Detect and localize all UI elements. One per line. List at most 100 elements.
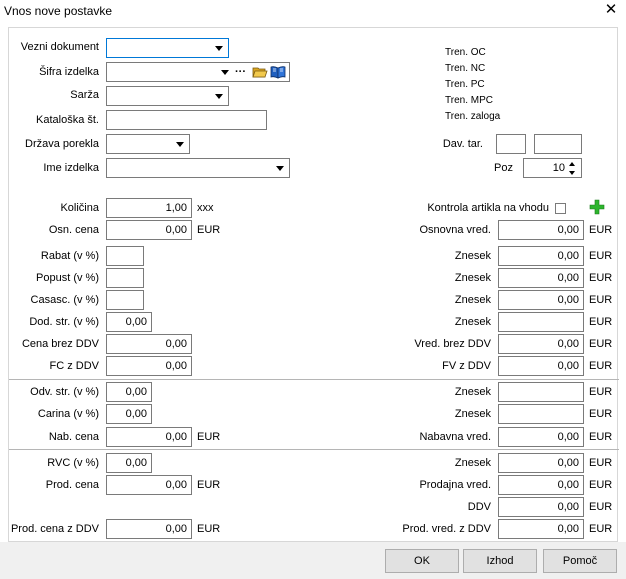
tren-pc-label: Tren. PC <box>445 79 485 90</box>
znesek-popust-input[interactable]: 0,00 <box>498 268 584 288</box>
tren-zaloga-label: Tren. zaloga <box>445 111 501 122</box>
ime-izdelka-combo[interactable] <box>106 158 290 178</box>
close-icon[interactable]: ✕ <box>602 1 620 19</box>
osnovna-vred-input[interactable]: 0,00 <box>498 220 584 240</box>
znesek-currency: EUR <box>589 408 613 420</box>
section-divider <box>9 449 619 450</box>
sarza-combo[interactable] <box>106 86 229 106</box>
fc-z-ddv-input[interactable]: 0,00 <box>106 356 192 376</box>
nab-cena-label: Nab. cena <box>48 431 99 443</box>
plus-icon[interactable] <box>589 199 605 215</box>
sarza-label: Sarža <box>70 89 99 101</box>
kolicina-label: Količina <box>60 202 99 214</box>
book-icon[interactable] <box>270 65 286 79</box>
vezni-dokument-combo[interactable] <box>106 38 229 58</box>
znesek-currency: EUR <box>589 272 613 284</box>
window-title: Vnos nove postavke <box>4 4 113 18</box>
znesek-label: Znesek <box>454 294 491 306</box>
rabat-input[interactable] <box>106 246 144 266</box>
vred-brez-ddv-input[interactable]: 0,00 <box>498 334 584 354</box>
casasc-label: Casasc. (v %) <box>30 294 99 306</box>
folder-open-icon[interactable] <box>252 65 268 79</box>
tren-mpc-label: Tren. MPC <box>445 95 493 106</box>
prodajna-vred-label: Prodajna vred. <box>419 479 491 491</box>
poz-stepper[interactable]: 10 <box>523 158 582 178</box>
tren-nc-label: Tren. NC <box>445 63 486 74</box>
ddv-label: DDV <box>467 501 491 513</box>
kataloska-input[interactable] <box>106 110 267 130</box>
carina-input[interactable]: 0,00 <box>106 404 152 424</box>
kolicina-input[interactable]: 1,00 <box>106 198 192 218</box>
drzava-label: Država porekla <box>25 138 99 150</box>
osn-cena-label: Osn. cena <box>48 224 99 236</box>
fv-z-ddv-label: FV z DDV <box>442 360 491 372</box>
prod-vred-z-ddv-label: Prod. vred. z DDV <box>402 523 491 535</box>
ok-button[interactable]: OK <box>385 549 459 573</box>
znesek-rvc-input[interactable]: 0,00 <box>498 453 584 473</box>
more-icon[interactable]: ··· <box>235 67 246 78</box>
ddv-input[interactable]: 0,00 <box>498 497 584 517</box>
prod-vred-z-ddv-currency: EUR <box>589 523 613 535</box>
nabavna-vred-currency: EUR <box>589 431 613 443</box>
dav-tar-input-2[interactable] <box>534 134 582 154</box>
dod-str-input[interactable]: 0,00 <box>106 312 152 332</box>
chevron-down-icon <box>276 166 284 171</box>
izhod-button[interactable]: Izhod <box>463 549 537 573</box>
vred-brez-ddv-currency: EUR <box>589 338 613 350</box>
pomoc-button[interactable]: Pomoč <box>543 549 617 573</box>
znesek-label: Znesek <box>454 250 491 262</box>
cena-brez-ddv-input[interactable]: 0,00 <box>106 334 192 354</box>
fv-z-ddv-input[interactable]: 0,00 <box>498 356 584 376</box>
kolicina-unit: xxx <box>197 202 214 214</box>
nabavna-vred-input[interactable]: 0,00 <box>498 427 584 447</box>
znesek-dod-str-input[interactable] <box>498 312 584 332</box>
chevron-down-icon <box>215 46 223 51</box>
dav-tar-input-1[interactable] <box>496 134 526 154</box>
prod-cena-input[interactable]: 0,00 <box>106 475 192 495</box>
popust-label: Popust (v %) <box>36 272 99 284</box>
nabavna-vred-label: Nabavna vred. <box>419 431 491 443</box>
rvc-label: RVC (v %) <box>47 457 99 469</box>
drzava-combo[interactable] <box>106 134 190 154</box>
znesek-currency: EUR <box>589 386 613 398</box>
form-panel: Vezni dokument Šifra izdelka ··· Sarža K… <box>8 27 619 542</box>
znesek-label: Znesek <box>454 272 491 284</box>
znesek-casasc-input[interactable]: 0,00 <box>498 290 584 310</box>
odv-str-label: Odv. str. (v %) <box>30 386 99 398</box>
odv-str-input[interactable]: 0,00 <box>106 382 152 402</box>
prod-vred-z-ddv-input[interactable]: 0,00 <box>498 519 584 539</box>
chevron-down-icon <box>221 70 229 75</box>
dav-tar-label: Dav. tar. <box>442 138 483 150</box>
chevron-down-icon <box>176 142 184 147</box>
osnovna-vred-label: Osnovna vred. <box>419 224 491 236</box>
znesek-currency: EUR <box>589 316 613 328</box>
prod-cena-z-ddv-input[interactable]: 0,00 <box>106 519 192 539</box>
znesek-label: Znesek <box>454 408 491 420</box>
vred-brez-ddv-label: Vred. brez DDV <box>414 338 491 350</box>
stepper-icon[interactable] <box>568 159 578 177</box>
section-divider <box>9 379 619 380</box>
ime-izdelka-label: Ime izdelka <box>43 162 99 174</box>
znesek-odv-str-input[interactable] <box>498 382 584 402</box>
cena-brez-ddv-label: Cena brez DDV <box>21 338 99 350</box>
sifra-izdelka-label: Šifra izdelka <box>39 66 99 78</box>
znesek-label: Znesek <box>454 316 491 328</box>
prod-cena-currency: EUR <box>197 479 221 491</box>
poz-value: 10 <box>552 162 565 174</box>
prod-cena-label: Prod. cena <box>45 479 99 491</box>
vezni-dokument-label: Vezni dokument <box>20 41 99 53</box>
znesek-rabat-input[interactable]: 0,00 <box>498 246 584 266</box>
osn-cena-input[interactable]: 0,00 <box>106 220 192 240</box>
casasc-input[interactable] <box>106 290 144 310</box>
znesek-carina-input[interactable] <box>498 404 584 424</box>
prod-cena-z-ddv-currency: EUR <box>197 523 221 535</box>
kontrola-checkbox[interactable] <box>555 203 566 214</box>
osnovna-vred-currency: EUR <box>589 224 613 236</box>
prodajna-vred-input[interactable]: 0,00 <box>498 475 584 495</box>
popust-input[interactable] <box>106 268 144 288</box>
sifra-izdelka-combo[interactable]: ··· <box>106 62 290 82</box>
znesek-currency: EUR <box>589 250 613 262</box>
nab-cena-input[interactable]: 0,00 <box>106 427 192 447</box>
title-bar: Vnos nove postavke ✕ <box>0 0 626 24</box>
rvc-input[interactable]: 0,00 <box>106 453 152 473</box>
